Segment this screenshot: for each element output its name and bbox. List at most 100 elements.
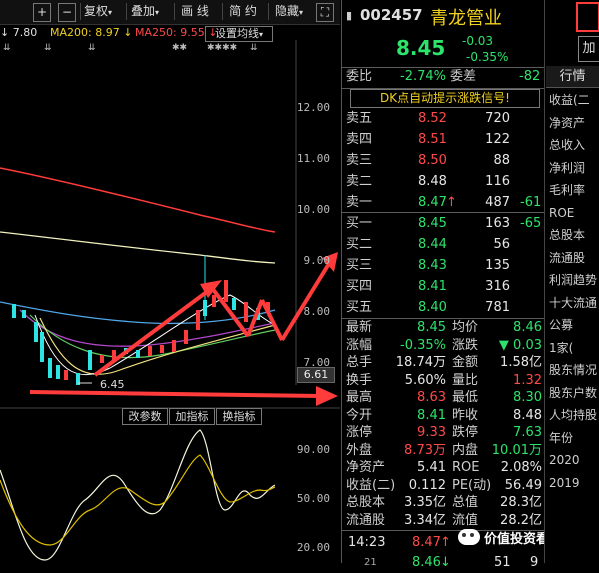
ma200-line (0, 231, 276, 264)
stat-value: 1.32 (513, 372, 542, 388)
add-indicator-button[interactable]: 加指标 (169, 408, 215, 425)
stat-value: 18.74万 (395, 355, 446, 370)
bid-volume: 135 (485, 258, 510, 273)
bid-price[interactable]: 8.45 (418, 213, 447, 234)
side-info-item[interactable]: 2020 (549, 450, 599, 471)
ask-volume: 116 (485, 174, 510, 189)
stat-value: 2.08% (500, 460, 542, 475)
ask-price[interactable]: 8.48 (418, 171, 447, 192)
diejia-label: 叠加 (130, 4, 155, 18)
stat-label: 最新 (346, 320, 373, 335)
osc-tick: 20.00 (296, 541, 330, 554)
tick-time: 14:23 (348, 535, 386, 550)
side-info-item[interactable]: 流通股 (549, 248, 599, 269)
ma250-value: MA250: 9.55 (135, 26, 205, 39)
osc-tick: 90.00 (296, 443, 330, 456)
stat-label: 今开 (346, 407, 373, 423)
fuquan-button[interactable]: 复权▾ (80, 3, 115, 20)
stat-value: 3.34亿 (404, 512, 446, 528)
yincang-button[interactable]: 隐藏▾ (268, 3, 309, 20)
expand-icon[interactable]: ⛶ (316, 3, 334, 22)
signal-mark: ⇊ (250, 43, 258, 53)
bid-label: 买二 (346, 237, 373, 252)
bid-price[interactable]: 8.43 (418, 255, 447, 276)
side-info-item[interactable]: 人均持股 (549, 405, 599, 426)
signal-mark: ✱✱ (172, 43, 187, 53)
stat-label: 净资产 (346, 460, 386, 475)
side-info-item[interactable]: 股东情况 (549, 360, 599, 381)
side-info-item[interactable]: 1家( (549, 338, 599, 359)
zoom-in-button[interactable]: + (33, 3, 51, 22)
bid-label: 买一 (346, 216, 373, 231)
diejia-button[interactable]: 叠加▾ (126, 3, 163, 20)
stat-value: 8.63 (417, 390, 446, 405)
side-info-item[interactable]: 总收入 (549, 135, 599, 156)
low-price-label: 6.45 (100, 378, 125, 391)
side-info-item[interactable]: 净利润 (549, 158, 599, 179)
side-info-item[interactable]: 年份 (549, 428, 599, 449)
chevron-down-icon: ▾ (299, 8, 304, 17)
ask-price[interactable]: 8.52 (418, 108, 447, 129)
stat-label: 总值 (452, 495, 479, 510)
bid-delta: -65 (520, 216, 542, 231)
bid-label: 买五 (346, 300, 373, 315)
ask-price[interactable]: 8.51 (418, 129, 447, 150)
signal-mark: ⇊ (44, 43, 52, 53)
jianyue-button[interactable]: 简 约 (222, 3, 263, 20)
stat-value: 8.30 (513, 390, 542, 405)
switch-indicator-button[interactable]: 换指标 (216, 408, 262, 425)
side-info-item[interactable]: 公募 (549, 315, 599, 336)
bid-price[interactable]: 8.41 (418, 276, 447, 297)
side-info-item[interactable]: 收益(二 (549, 90, 599, 111)
stock-menu-icon[interactable]: ▮ (346, 9, 352, 22)
ask-volume: 487 (485, 195, 510, 210)
stat-label: 最低 (452, 390, 479, 405)
stat-value: 0.112 (408, 477, 446, 493)
ask-volume: 122 (485, 132, 510, 147)
bid-volume: 781 (485, 300, 510, 315)
side-info-item[interactable]: 十大流通 (549, 293, 599, 314)
bid-price[interactable]: 8.44 (418, 234, 447, 255)
add-watchlist-button[interactable]: 加 (578, 36, 599, 62)
stat-value: 28.2亿 (500, 512, 542, 528)
candlesticks (12, 255, 270, 385)
chevron-down-icon: ▾ (155, 8, 160, 17)
current-price-marker: 6.61 (297, 367, 335, 383)
bid-label: 买四 (346, 279, 373, 294)
side-info-item[interactable]: 净资产 (549, 113, 599, 134)
stat-label: 昨收 (452, 407, 479, 423)
osc-tick: 50.00 (296, 492, 330, 505)
side-info-item[interactable]: 利润趋势 (549, 270, 599, 291)
kline-chart[interactable]: ⇊ ⇊ ⇊ ✱✱ ✱✱✱✱ ⇊ (0, 40, 340, 563)
stock-name: 青龙管业 (430, 8, 502, 29)
side-info-item[interactable]: ROE (549, 203, 599, 224)
ma200-label: MA200: 8.97 ↓ (50, 26, 132, 40)
side-info-item[interactable]: 股东户数 (549, 383, 599, 404)
change-params-button[interactable]: 改参数 (122, 408, 168, 425)
ask-volume: 88 (493, 153, 510, 168)
weibi-value: -2.74% (400, 69, 446, 84)
bid-volume: 163 (485, 216, 510, 231)
side-info-item[interactable]: 毛利率 (549, 180, 599, 201)
ask-delta: -61 (520, 195, 542, 210)
alert-box[interactable] (576, 2, 599, 32)
side-info-item[interactable]: 2019 (549, 473, 599, 494)
ask-label: 卖二 (346, 174, 373, 189)
ask-label: 卖三 (346, 153, 373, 168)
stat-value: 8.45 (417, 320, 446, 335)
tab-hangqing[interactable]: 行情 (546, 66, 599, 88)
dk-signal-banner[interactable]: DK点自动提示涨跌信号! (350, 89, 540, 108)
stat-value: 9.33 (417, 425, 446, 440)
stat-label: 总手 (346, 355, 373, 370)
ask-price[interactable]: 8.47 (418, 192, 447, 213)
bid-price[interactable]: 8.40 (418, 297, 447, 318)
stat-label: 总股本 (346, 495, 386, 510)
side-info-item[interactable]: 总股本 (549, 225, 599, 246)
huaxian-button[interactable]: 画 线 (174, 3, 215, 20)
ask-price[interactable]: 8.50 (418, 150, 447, 171)
stat-value: ▼ 0.03 (498, 337, 542, 353)
zoom-out-button[interactable]: − (58, 3, 76, 22)
price-tick: 9.00 (303, 254, 331, 267)
stat-value: 8.73万 (404, 442, 446, 458)
last-price: 8.45 (396, 36, 446, 60)
